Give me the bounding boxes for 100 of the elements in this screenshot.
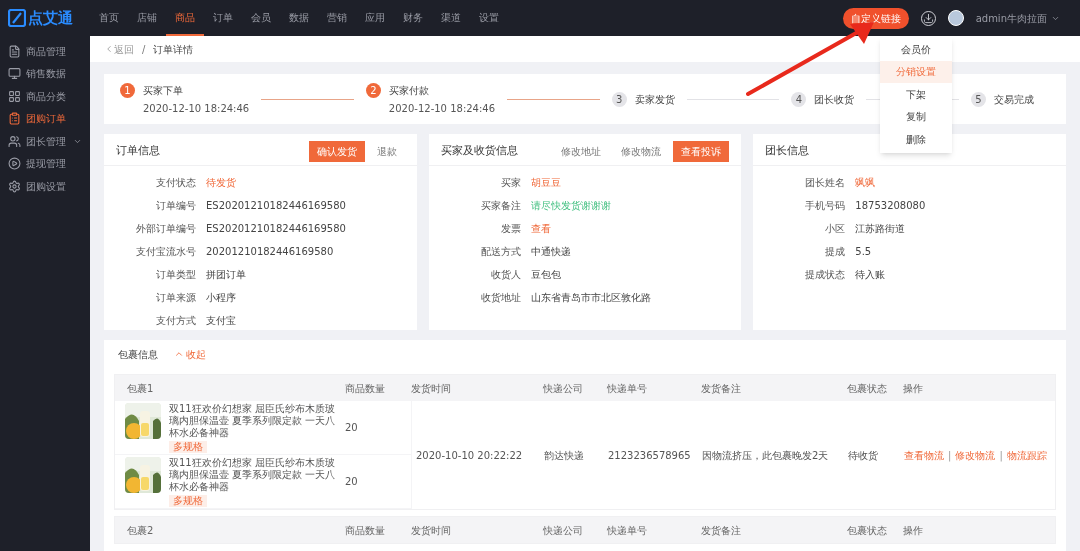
sidebar-item[interactable]: 团长管理 xyxy=(0,130,90,153)
sidebar-item[interactable]: 商品分类 xyxy=(0,85,90,108)
column-header: 操作 xyxy=(903,523,924,538)
field-label: 团长姓名 xyxy=(804,176,846,190)
collapse-toggle[interactable]: 收起 xyxy=(174,346,206,362)
card-button[interactable]: 退款 xyxy=(368,141,405,162)
field-label: 提成状态 xyxy=(804,268,846,282)
field-value: 中通快递 xyxy=(530,245,571,259)
section-title: 包裹信息 xyxy=(118,347,158,362)
menu-item[interactable]: 删除 xyxy=(880,128,952,151)
clipboard-icon xyxy=(8,112,21,126)
user-menu[interactable]: admin牛肉拉面 xyxy=(975,10,1060,26)
column-header: 发货备注 xyxy=(701,381,742,396)
column-header: 快递公司 xyxy=(543,523,584,538)
product-title: 双11狂欢价幻想家 屈臣氏纱布木质玻璃内胆保温壶 夏季系列限定款 一天八杯水必备神器 xyxy=(169,456,337,493)
sidebar-item[interactable]: 团购订单 xyxy=(0,107,90,130)
product-tag: 多规格 xyxy=(169,494,207,507)
product-title: 双11狂欢价幻想家 屈臣氏纱布木质玻璃内胆保温壶 夏季系列限定款 一天八杯水必备神器 xyxy=(169,402,337,439)
action-link[interactable]: 查看物流 xyxy=(904,447,944,463)
card-button[interactable]: 修改地址 xyxy=(553,141,610,162)
caret-up-icon xyxy=(174,349,184,359)
nav-tab[interactable]: 数据 xyxy=(280,0,318,36)
field-label: 收货地址 xyxy=(479,291,521,305)
field-label: 买家备注 xyxy=(479,199,521,213)
step-label: 买家付款 xyxy=(388,83,430,98)
settings-icon xyxy=(8,179,21,193)
field-value: 江苏路街道 xyxy=(855,222,906,236)
column-header: 包裹状态 xyxy=(847,523,888,538)
note-value: 请尽快发货谢谢谢 xyxy=(530,199,611,213)
package-name: 包裹1 xyxy=(126,381,155,396)
table-cell-text: 20 xyxy=(345,421,359,435)
step-time: 2020-12-10 18:24:46 xyxy=(388,101,496,116)
sidebar-item[interactable]: 销售数据 xyxy=(0,62,90,85)
menu-item[interactable]: 复制 xyxy=(880,105,952,128)
value-link[interactable]: 飒飒 xyxy=(855,175,876,190)
column-header: 发货时间 xyxy=(411,523,452,538)
nav-tab[interactable]: 店铺 xyxy=(128,0,166,36)
field-value: ES20201210182446169580 xyxy=(206,222,346,236)
field-value: 小程序 xyxy=(206,291,236,305)
field-label: 收货人 xyxy=(489,268,521,282)
column-header: 快递公司 xyxy=(543,381,584,396)
link-separator: | xyxy=(999,448,1003,463)
menu-item[interactable]: 会员价 xyxy=(880,38,952,61)
column-header: 快递单号 xyxy=(607,523,648,538)
column-header: 商品数量 xyxy=(345,523,386,538)
monitor-icon xyxy=(8,67,21,81)
column-header: 操作 xyxy=(903,381,924,396)
people-icon xyxy=(8,134,21,148)
nav-tab[interactable]: 应用 xyxy=(356,0,394,36)
nav-tab[interactable]: 财务 xyxy=(394,0,432,36)
field-label: 订单编号 xyxy=(155,199,196,213)
field-label: 外部订单编号 xyxy=(135,222,196,236)
field-label: 支付宝流水号 xyxy=(135,245,196,259)
nav-tab[interactable]: 会员 xyxy=(242,0,280,36)
step-label: 团长收货 xyxy=(814,92,855,107)
column-header: 发货时间 xyxy=(411,381,452,396)
field-value: ES20201210182446169580 xyxy=(206,199,346,213)
avatar[interactable] xyxy=(947,10,964,26)
step-label: 卖家发货 xyxy=(634,92,675,107)
field-value: 5.5 xyxy=(855,245,872,259)
field-value: 拼团订单 xyxy=(206,268,246,282)
sidebar-item[interactable]: 商品管理 xyxy=(0,40,90,63)
breadcrumb-current: 订单详情 xyxy=(153,42,194,57)
field-label: 支付状态 xyxy=(155,176,196,190)
field-label: 订单来源 xyxy=(155,291,196,305)
nav-tab[interactable]: 首页 xyxy=(90,0,128,36)
column-header: 商品数量 xyxy=(345,381,386,396)
document-icon xyxy=(8,44,21,58)
logo-icon xyxy=(8,9,26,27)
nav-tab[interactable]: 订单 xyxy=(204,0,242,36)
step-number: 4 xyxy=(791,91,807,107)
package-name: 包裹2 xyxy=(126,523,155,538)
nav-tab[interactable]: 渠道 xyxy=(432,0,470,36)
column-header: 发货备注 xyxy=(701,523,742,538)
card-title: 订单信息 xyxy=(116,143,160,160)
action-link[interactable]: 物流跟踪 xyxy=(1006,447,1047,463)
action-link[interactable]: 修改物流 xyxy=(955,447,996,463)
custom-link-button[interactable]: 自定义链接 xyxy=(842,7,909,29)
nav-tab[interactable]: 营销 xyxy=(318,0,356,36)
sidebar-item[interactable]: 提现管理 xyxy=(0,152,90,175)
step-label: 买家下单 xyxy=(143,83,184,98)
card-button[interactable]: 修改物流 xyxy=(613,141,670,162)
nav-tab[interactable]: 设置 xyxy=(470,0,508,36)
value-link[interactable]: 胡豆豆 xyxy=(530,175,561,190)
play-icon xyxy=(8,157,21,171)
table-cell-text: 韵达快递 xyxy=(544,448,585,463)
column-header: 包裹状态 xyxy=(847,381,888,396)
field-value: 豆包包 xyxy=(530,268,561,282)
table-cell-text: 2123236578965 xyxy=(608,448,692,463)
table-cell-text: 2020-10-10 20:22:22 xyxy=(415,448,524,463)
menu-item[interactable]: 下架 xyxy=(880,83,952,106)
step-label: 交易完成 xyxy=(994,92,1034,107)
field-label: 提成 xyxy=(824,245,846,259)
table-cell-text: 因物流挤压，此包裹晚发2天 xyxy=(702,448,830,463)
sidebar-item[interactable]: 团购设置 xyxy=(0,175,90,198)
field-value: 20201210182446169580 xyxy=(206,245,334,259)
grid-icon xyxy=(8,89,21,103)
value-link[interactable]: 查看 xyxy=(530,221,551,236)
product-tag: 多规格 xyxy=(169,440,207,453)
card-title: 买家及收货信息 xyxy=(440,143,518,160)
